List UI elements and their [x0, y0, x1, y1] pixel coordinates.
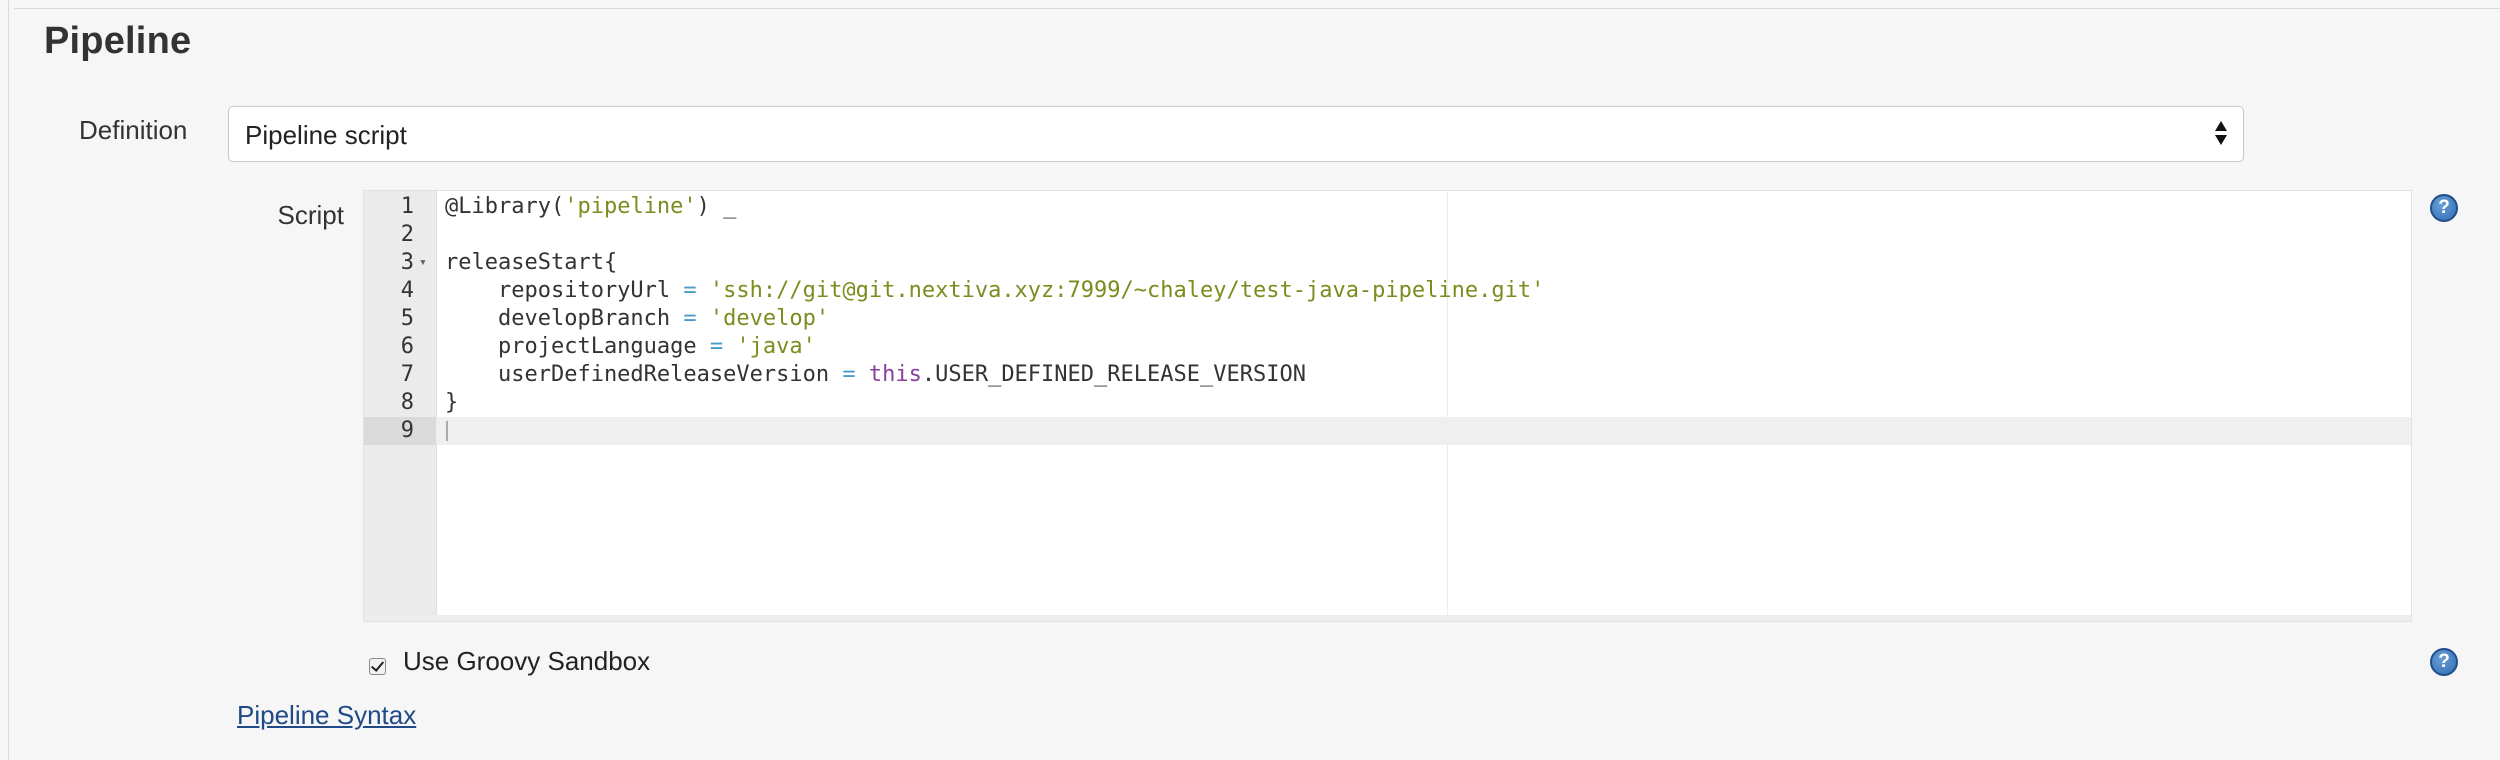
groovy-sandbox-checkbox[interactable] — [369, 658, 386, 675]
code-line[interactable]: 5 developBranch = 'develop' — [364, 305, 2411, 333]
script-editor[interactable]: 1 @Library('pipeline') _ 2 3 ▾ releaseStart{4… — [363, 190, 2412, 622]
code-token: .USER_DEFINED_RELEASE_VERSION — [921, 362, 1306, 387]
code-line[interactable]: 2 — [364, 221, 2411, 249]
definition-label: Definition — [79, 115, 188, 145]
code-token: = — [683, 306, 697, 331]
code-token: releaseStart{ — [445, 250, 618, 275]
code-token: 'java' — [736, 334, 816, 359]
code-line[interactable]: 1 @Library('pipeline') _ — [364, 193, 2411, 221]
code-lines: 1 @Library('pipeline') _ 2 3 ▾ releaseStart{4… — [364, 193, 2411, 445]
section-divider — [14, 8, 2500, 9]
code-token: 'ssh://git@git.nextiva.xyz:7999/~chaley/… — [709, 278, 1545, 303]
code-text: userDefinedReleaseVersion = this.USER_DE… — [445, 361, 1306, 389]
code-token: = — [709, 334, 724, 359]
code-text: } — [445, 389, 458, 417]
code-token: developBranch — [445, 306, 684, 331]
code-token: } — [445, 390, 459, 415]
code-token: 'pipeline' — [564, 194, 697, 219]
line-number: 7 — [400, 362, 414, 387]
editor-scrollbar[interactable] — [364, 615, 2411, 621]
select-arrows-icon — [2215, 117, 2229, 151]
code-token: userDefinedReleaseVersion — [445, 362, 843, 387]
script-help-icon[interactable]: ? — [2430, 194, 2458, 222]
line-number: 8 — [400, 390, 414, 415]
sandbox-help-icon[interactable]: ? — [2430, 648, 2458, 676]
pipeline-syntax-link[interactable]: Pipeline Syntax — [237, 700, 416, 731]
code-token: 'develop' — [709, 306, 830, 331]
script-label: Script — [277, 200, 344, 230]
code-token: = — [842, 362, 856, 387]
line-number: 6 — [400, 334, 414, 359]
definition-select-value: Pipeline script — [245, 120, 407, 150]
code-text: developBranch = 'develop' — [445, 305, 829, 333]
code-token: this — [868, 362, 922, 387]
code-line[interactable]: 8} — [364, 389, 2411, 417]
line-number: 9 — [364, 417, 436, 445]
code-token: projectLanguage — [445, 334, 710, 359]
code-text: repositoryUrl = 'ssh://git@git.nextiva.x… — [445, 277, 1544, 305]
line-number: 1 — [400, 194, 414, 219]
code-line[interactable]: 3 ▾ releaseStart{ — [364, 249, 2411, 277]
text-cursor — [446, 421, 448, 441]
code-text: projectLanguage = 'java' — [445, 333, 816, 361]
code-token: @Library( — [445, 194, 565, 219]
code-line[interactable]: 4 repositoryUrl = 'ssh://git@git.nextiva… — [364, 277, 2411, 305]
groovy-sandbox-label[interactable]: Use Groovy Sandbox — [403, 646, 650, 677]
fold-toggle-icon[interactable]: ▾ — [419, 249, 427, 277]
line-number: 2 — [400, 222, 414, 247]
code-token: = — [683, 278, 697, 303]
code-token: repositoryUrl — [445, 278, 684, 303]
code-text: @Library('pipeline') _ — [445, 193, 736, 221]
line-number: 5 — [400, 306, 414, 331]
code-line[interactable]: 7 userDefinedReleaseVersion = this.USER_… — [364, 361, 2411, 389]
code-token: ) _ — [696, 194, 737, 219]
code-text: releaseStart{ — [445, 249, 617, 277]
section-title: Pipeline — [44, 20, 192, 62]
code-line[interactable]: 6 projectLanguage = 'java' — [364, 333, 2411, 361]
line-number: 4 — [400, 278, 414, 303]
code-line[interactable]: 9 — [364, 417, 2411, 445]
definition-select[interactable]: Pipeline script — [228, 106, 2244, 162]
